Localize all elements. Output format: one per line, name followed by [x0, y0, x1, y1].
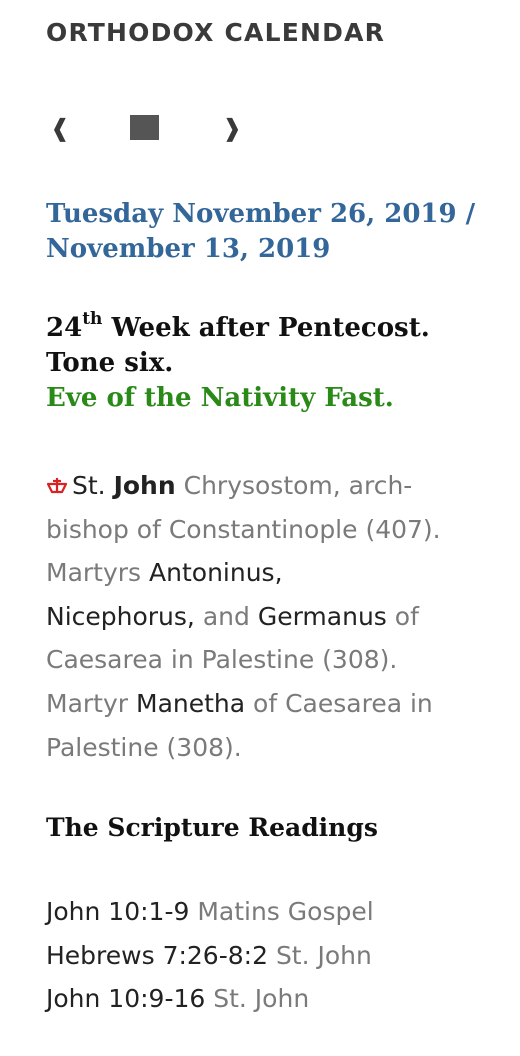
great-feast-cross-icon: [46, 478, 68, 494]
scripture-readings-heading: The Scripture Readings: [46, 813, 378, 842]
reading-description: St. John: [213, 984, 310, 1013]
reading-item: John 10:1-9 Matins Gospel: [46, 890, 486, 934]
saint-1-name-link[interactable]: John: [114, 471, 176, 500]
reading-item: John 10:9-16 St. John: [46, 977, 486, 1021]
reading-reference-link[interactable]: John 10:1-9: [46, 897, 189, 926]
week-info: 24th Week after Pentecost. Tone six. Eve…: [46, 311, 486, 416]
saint-4-name-link[interactable]: Germanus: [258, 602, 387, 631]
week-text: Week after Pentecost.: [111, 313, 430, 343]
reading-item: Hebrews 7:26-8:2 St. John: [46, 934, 486, 978]
week-number: 24: [46, 313, 83, 343]
scripture-readings-list: John 10:1-9 Matins Gospel Hebrews 7:26-8…: [46, 890, 486, 1021]
week-number-suffix: th: [82, 309, 103, 330]
saint-3-name-link[interactable]: Nicephorus,: [46, 602, 195, 631]
previous-day-button[interactable]: ❰: [50, 110, 70, 146]
tone-text: Tone six.: [46, 348, 174, 378]
saint-1-description: Chrysostom, arch-bishop of Constantinopl…: [46, 471, 441, 544]
saints-list: St. John Chrysostom, arch-bishop of Cons…: [46, 464, 486, 769]
reading-reference-link[interactable]: Hebrews 7:26-8:2: [46, 941, 268, 970]
saint-2-name-link[interactable]: Antoninus,: [149, 558, 283, 587]
saint-and-text: and: [202, 601, 250, 631]
saint-5-prefix: Martyr: [46, 688, 129, 718]
old-style-date: November 13, 2019: [46, 234, 331, 264]
reading-reference-link[interactable]: John 10:9-16: [46, 984, 205, 1013]
today-square-icon[interactable]: [130, 115, 159, 140]
saint-5-name-link[interactable]: Manetha: [136, 689, 245, 718]
date-navigation: ❰ ❱: [46, 110, 266, 150]
reading-description: St. John: [275, 940, 372, 970]
next-day-button[interactable]: ❱: [222, 110, 242, 146]
saint-1-prefix: St.: [72, 471, 106, 500]
saint-2-prefix: Martyrs: [46, 558, 142, 588]
reading-description: Matins Gospel: [197, 897, 374, 926]
app-title: ORTHODOX CALENDAR: [46, 18, 386, 47]
date-heading: Tuesday November 26, 2019 / November 13,…: [46, 197, 486, 267]
fast-text: Eve of the Nativity Fast.: [46, 383, 394, 413]
new-style-date: Tuesday November 26, 2019 /: [46, 199, 476, 229]
